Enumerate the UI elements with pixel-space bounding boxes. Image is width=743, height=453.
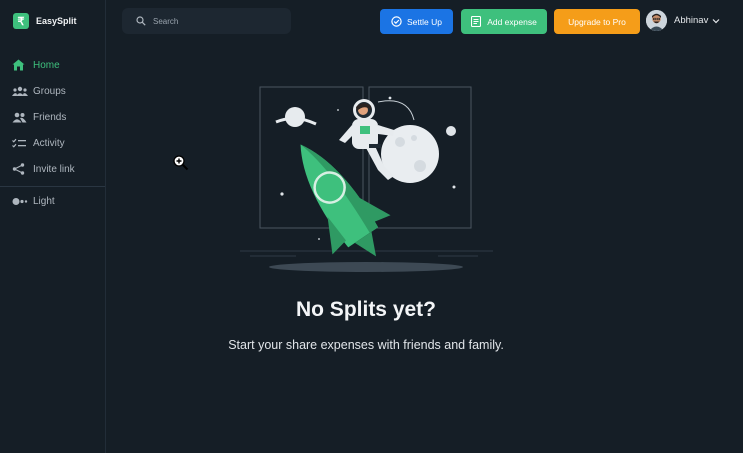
- groups-icon: [12, 85, 28, 97]
- brand[interactable]: ₹ EasySplit: [13, 13, 77, 29]
- sidebar-item-invite-link[interactable]: Invite link: [12, 163, 75, 175]
- settle-up-button[interactable]: Settle Up: [380, 9, 453, 34]
- empty-state-subtitle: Start your share expenses with friends a…: [228, 338, 504, 352]
- theme-toggle-icon: [12, 195, 28, 207]
- sidebar-item-label: Friends: [33, 111, 67, 123]
- add-expense-label: Add expense: [487, 16, 537, 27]
- sidebar-item-label: Groups: [33, 85, 66, 97]
- sidebar-item-friends[interactable]: Friends: [12, 111, 66, 123]
- add-expense-button[interactable]: Add expense: [461, 9, 547, 34]
- upgrade-to-pro-button[interactable]: Upgrade to Pro: [554, 9, 640, 34]
- home-icon: [12, 59, 28, 71]
- sidebar-item-label: Invite link: [33, 163, 75, 175]
- check-circle-icon: [391, 16, 402, 27]
- theme-toggle-label: Light: [33, 195, 55, 207]
- sidebar-divider: [0, 186, 105, 187]
- share-icon: [12, 163, 28, 175]
- sidebar-item-home[interactable]: Home: [12, 59, 60, 71]
- user-name: Abhinav: [674, 15, 709, 26]
- brand-name: EasySplit: [36, 16, 77, 26]
- search-icon: [136, 16, 146, 26]
- empty-state-title: No Splits yet?: [295, 298, 437, 321]
- avatar: [646, 10, 667, 31]
- upgrade-label: Upgrade to Pro: [568, 16, 626, 27]
- receipt-icon: [471, 16, 482, 27]
- friends-icon: [12, 111, 28, 123]
- theme-toggle[interactable]: Light: [12, 195, 55, 207]
- sidebar-item-groups[interactable]: Groups: [12, 85, 66, 97]
- sidebar-item-label: Home: [33, 59, 60, 71]
- zoom-cursor-icon: [173, 155, 189, 171]
- search-box[interactable]: [122, 8, 291, 34]
- settle-up-label: Settle Up: [407, 16, 442, 27]
- activity-icon: [12, 137, 28, 149]
- sidebar-item-label: Activity: [33, 137, 65, 149]
- chevron-down-icon: [712, 17, 720, 25]
- user-menu[interactable]: Abhinav: [646, 10, 720, 31]
- sidebar: ₹ EasySplit Home Groups Friends Activity…: [0, 0, 106, 453]
- astronaut-rocket-illustration: [240, 86, 493, 272]
- search-input[interactable]: [151, 15, 285, 27]
- brand-logo-icon: ₹: [13, 13, 29, 29]
- sidebar-item-activity[interactable]: Activity: [12, 137, 65, 149]
